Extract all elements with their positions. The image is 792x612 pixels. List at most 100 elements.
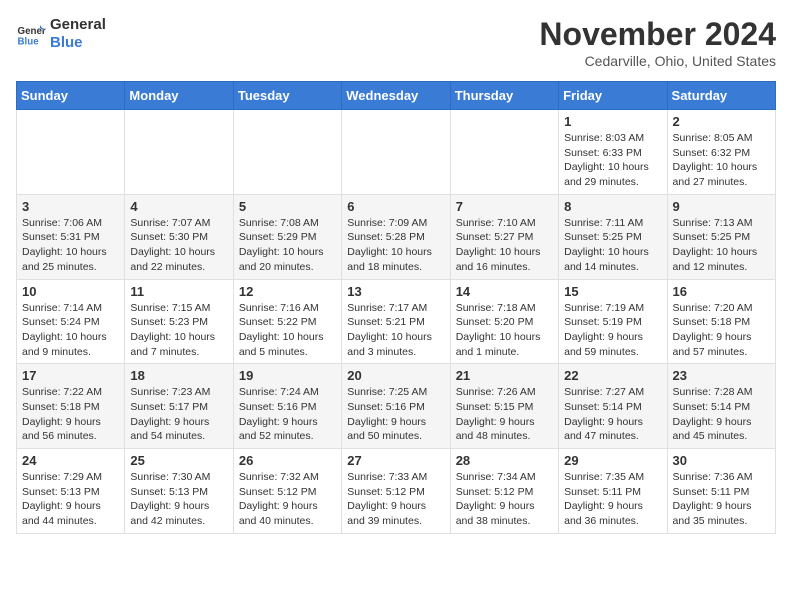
calendar-cell: 14Sunrise: 7:18 AMSunset: 5:20 PMDayligh… — [450, 279, 558, 364]
weekday-header-wednesday: Wednesday — [342, 82, 450, 110]
day-number: 5 — [239, 199, 336, 214]
calendar-cell: 13 Sunrise: 7:17 AMSunset: 5:21 PMDayligh… — [342, 279, 450, 364]
calendar-cell: 2 Sunrise: 8:05 AMSunset: 6:32 PMDaylight… — [667, 110, 775, 195]
calendar-cell — [233, 110, 341, 195]
day-number: 11 — [130, 284, 227, 299]
calendar-cell: 19 Sunrise: 7:24 AMSunset: 5:16 PMDayligh… — [233, 364, 341, 449]
calendar-week-1: 1 Sunrise: 8:03 AMSunset: 6:33 PMDaylight… — [17, 110, 776, 195]
calendar-cell: 28 Sunrise: 7:34 AMSunset: 5:12 PMDayligh… — [450, 449, 558, 534]
day-info: Sunrise: 7:30 AMSunset: 5:13 PMDaylight:… — [130, 470, 227, 529]
day-info: Sunrise: 7:29 AMSunset: 5:13 PMDaylight:… — [22, 470, 119, 529]
day-number: 4 — [130, 199, 227, 214]
weekday-header-tuesday: Tuesday — [233, 82, 341, 110]
calendar-cell: 10Sunrise: 7:14 AMSunset: 5:24 PMDayligh… — [17, 279, 125, 364]
day-number: 15 — [564, 284, 661, 299]
day-info: Sunrise: 7:24 AMSunset: 5:16 PMDaylight:… — [239, 385, 336, 444]
logo-icon: General Blue — [16, 19, 46, 49]
calendar-cell: 23 Sunrise: 7:28 AMSunset: 5:14 PMDayligh… — [667, 364, 775, 449]
calendar-cell: 5 Sunrise: 7:08 AMSunset: 5:29 PMDaylight… — [233, 194, 341, 279]
day-number: 22 — [564, 368, 661, 383]
day-number: 8 — [564, 199, 661, 214]
day-number: 26 — [239, 453, 336, 468]
logo-blue-text: Blue — [50, 34, 106, 52]
day-info: Sunrise: 7:13 AMSunset: 5:25 PMDaylight:… — [673, 216, 770, 275]
day-number: 20 — [347, 368, 444, 383]
day-info: Sunrise: 7:32 AMSunset: 5:12 PMDaylight:… — [239, 470, 336, 529]
calendar-cell: 26 Sunrise: 7:32 AMSunset: 5:12 PMDayligh… — [233, 449, 341, 534]
day-info: Sunrise: 7:33 AMSunset: 5:12 PMDaylight:… — [347, 470, 444, 529]
day-info: Sunrise: 7:25 AMSunset: 5:16 PMDaylight:… — [347, 385, 444, 444]
day-number: 17 — [22, 368, 119, 383]
day-number: 29 — [564, 453, 661, 468]
day-number: 3 — [22, 199, 119, 214]
day-info: Sunrise: 7:17 AMSunset: 5:21 PMDaylight:… — [347, 301, 444, 360]
calendar-cell — [17, 110, 125, 195]
calendar-cell: 3 Sunrise: 7:06 AMSunset: 5:31 PMDaylight… — [17, 194, 125, 279]
calendar-week-4: 17 Sunrise: 7:22 AMSunset: 5:18 PMDayligh… — [17, 364, 776, 449]
calendar-cell: 22 Sunrise: 7:27 AMSunset: 5:14 PMDayligh… — [559, 364, 667, 449]
day-number: 27 — [347, 453, 444, 468]
day-number: 25 — [130, 453, 227, 468]
calendar-cell: 20 Sunrise: 7:25 AMSunset: 5:16 PMDayligh… — [342, 364, 450, 449]
day-number: 2 — [673, 114, 770, 129]
logo-general-text: General — [50, 16, 106, 34]
calendar-cell: 9 Sunrise: 7:13 AMSunset: 5:25 PMDaylight… — [667, 194, 775, 279]
day-info: Sunrise: 7:36 AMSunset: 5:11 PMDaylight:… — [673, 470, 770, 529]
calendar-cell: 27 Sunrise: 7:33 AMSunset: 5:12 PMDayligh… — [342, 449, 450, 534]
weekday-header-sunday: Sunday — [17, 82, 125, 110]
day-info: Sunrise: 7:14 AMSunset: 5:24 PMDaylight:… — [22, 301, 119, 360]
day-info: Sunrise: 7:09 AMSunset: 5:28 PMDaylight:… — [347, 216, 444, 275]
calendar-cell: 24 Sunrise: 7:29 AMSunset: 5:13 PMDayligh… — [17, 449, 125, 534]
day-info: Sunrise: 7:10 AMSunset: 5:27 PMDaylight:… — [456, 216, 553, 275]
calendar-table: SundayMondayTuesdayWednesdayThursdayFrid… — [16, 81, 776, 534]
calendar-cell: 18Sunrise: 7:23 AMSunset: 5:17 PMDayligh… — [125, 364, 233, 449]
calendar-week-3: 10Sunrise: 7:14 AMSunset: 5:24 PMDayligh… — [17, 279, 776, 364]
day-number: 21 — [456, 368, 553, 383]
calendar-week-2: 3 Sunrise: 7:06 AMSunset: 5:31 PMDaylight… — [17, 194, 776, 279]
calendar-cell — [342, 110, 450, 195]
page-header: General Blue General Blue November 2024 … — [16, 16, 776, 69]
calendar-cell: 15Sunrise: 7:19 AMSunset: 5:19 PMDayligh… — [559, 279, 667, 364]
day-info: Sunrise: 7:08 AMSunset: 5:29 PMDaylight:… — [239, 216, 336, 275]
day-number: 12 — [239, 284, 336, 299]
day-number: 24 — [22, 453, 119, 468]
calendar-cell: 17 Sunrise: 7:22 AMSunset: 5:18 PMDayligh… — [17, 364, 125, 449]
day-info: Sunrise: 7:20 AMSunset: 5:18 PMDaylight:… — [673, 301, 770, 360]
day-info: Sunrise: 7:26 AMSunset: 5:15 PMDaylight:… — [456, 385, 553, 444]
day-number: 18 — [130, 368, 227, 383]
day-info: Sunrise: 7:16 AMSunset: 5:22 PMDaylight:… — [239, 301, 336, 360]
day-info: Sunrise: 7:27 AMSunset: 5:14 PMDaylight:… — [564, 385, 661, 444]
calendar-title-area: November 2024 Cedarville, Ohio, United S… — [539, 16, 776, 69]
day-info: Sunrise: 7:34 AMSunset: 5:12 PMDaylight:… — [456, 470, 553, 529]
day-info: Sunrise: 7:06 AMSunset: 5:31 PMDaylight:… — [22, 216, 119, 275]
day-number: 6 — [347, 199, 444, 214]
calendar-cell: 1 Sunrise: 8:03 AMSunset: 6:33 PMDaylight… — [559, 110, 667, 195]
calendar-cell: 25 Sunrise: 7:30 AMSunset: 5:13 PMDayligh… — [125, 449, 233, 534]
day-number: 1 — [564, 114, 661, 129]
weekday-header-monday: Monday — [125, 82, 233, 110]
day-number: 19 — [239, 368, 336, 383]
day-number: 30 — [673, 453, 770, 468]
logo: General Blue General Blue — [16, 16, 106, 52]
location-text: Cedarville, Ohio, United States — [539, 53, 776, 69]
day-number: 13 — [347, 284, 444, 299]
day-info: Sunrise: 7:35 AMSunset: 5:11 PMDaylight:… — [564, 470, 661, 529]
day-info: Sunrise: 7:22 AMSunset: 5:18 PMDaylight:… — [22, 385, 119, 444]
day-number: 9 — [673, 199, 770, 214]
calendar-cell: 4Sunrise: 7:07 AMSunset: 5:30 PMDaylight… — [125, 194, 233, 279]
day-number: 7 — [456, 199, 553, 214]
calendar-cell: 8Sunrise: 7:11 AMSunset: 5:25 PMDaylight… — [559, 194, 667, 279]
calendar-cell: 11Sunrise: 7:15 AMSunset: 5:23 PMDayligh… — [125, 279, 233, 364]
month-year-title: November 2024 — [539, 16, 776, 53]
day-number: 14 — [456, 284, 553, 299]
day-info: Sunrise: 8:03 AMSunset: 6:33 PMDaylight:… — [564, 131, 661, 190]
day-info: Sunrise: 8:05 AMSunset: 6:32 PMDaylight:… — [673, 131, 770, 190]
calendar-cell: 29 Sunrise: 7:35 AMSunset: 5:11 PMDayligh… — [559, 449, 667, 534]
svg-text:Blue: Blue — [18, 37, 40, 48]
day-number: 28 — [456, 453, 553, 468]
day-info: Sunrise: 7:28 AMSunset: 5:14 PMDaylight:… — [673, 385, 770, 444]
calendar-cell: 12 Sunrise: 7:16 AMSunset: 5:22 PMDayligh… — [233, 279, 341, 364]
calendar-cell — [450, 110, 558, 195]
calendar-cell: 30 Sunrise: 7:36 AMSunset: 5:11 PMDayligh… — [667, 449, 775, 534]
day-number: 23 — [673, 368, 770, 383]
